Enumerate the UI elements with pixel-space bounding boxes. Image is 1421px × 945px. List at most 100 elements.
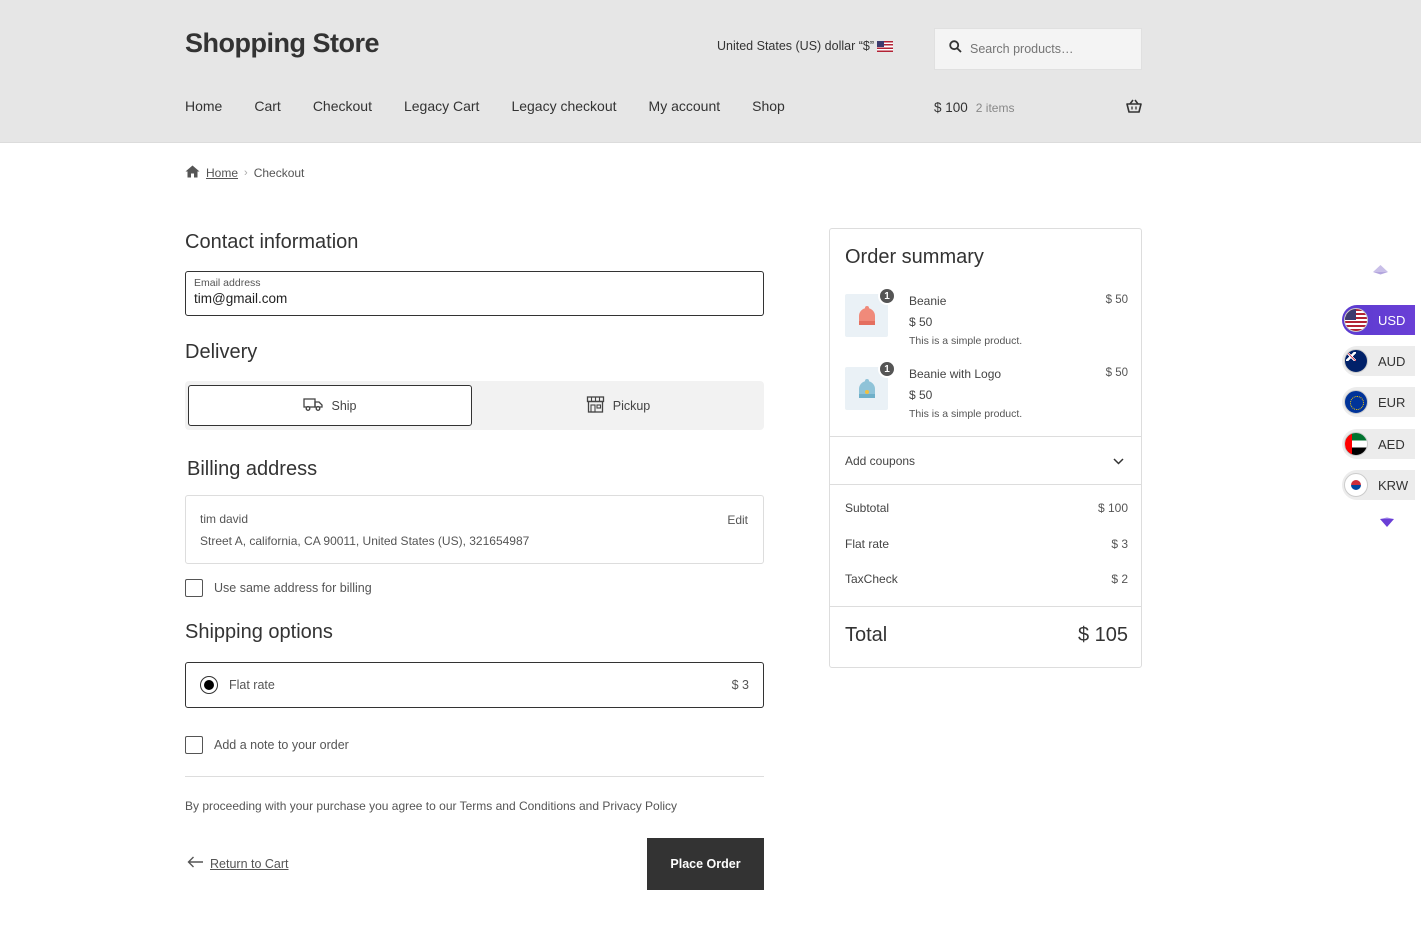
order-summary: Order summary 1 Beanie $ 50 This is a si… — [829, 228, 1142, 668]
shipping-row: Flat rate $ 3 — [845, 537, 1128, 551]
email-value[interactable]: tim@gmail.com — [194, 291, 755, 306]
subtotal-label: Subtotal — [845, 501, 890, 515]
item-description: This is a simple product. — [909, 408, 1023, 420]
same-address-row[interactable]: Use same address for billing — [185, 579, 372, 597]
search-icon — [949, 40, 962, 58]
ship-option[interactable]: Ship — [188, 385, 472, 426]
nav-my-account[interactable]: My account — [649, 98, 721, 114]
site-title[interactable]: Shopping Store — [185, 28, 379, 59]
nav-shop[interactable]: Shop — [752, 98, 785, 114]
add-coupons-label: Add coupons — [845, 454, 916, 468]
billing-address-line: Street A, california, CA 90011, United S… — [200, 534, 530, 548]
shipping-label: Flat rate — [845, 537, 890, 551]
tax-label: TaxCheck — [845, 572, 898, 586]
breadcrumb: Home › Checkout — [185, 165, 304, 181]
nav-legacy-checkout[interactable]: Legacy checkout — [511, 98, 616, 114]
pickup-label: Pickup — [612, 398, 651, 413]
currency-label: United States (US) dollar “$” — [717, 39, 875, 53]
beanie-icon — [858, 305, 875, 325]
billing-address-card: tim david Street A, california, CA 90011… — [185, 495, 764, 564]
tax-value: $ 2 — [1111, 572, 1128, 586]
currency-code: KRW — [1378, 477, 1409, 493]
flat-rate-price: $ 3 — [731, 678, 749, 692]
divider — [830, 484, 1141, 485]
header-cart[interactable]: $ 100 2 items — [934, 99, 1142, 116]
beanie-with-logo-icon — [858, 378, 875, 398]
us-flag-icon — [1344, 308, 1368, 332]
currency-indicator: United States (US) dollar “$” — [717, 39, 894, 53]
place-order-button[interactable]: Place Order — [647, 838, 764, 890]
shipping-option-flat-rate[interactable]: Flat rate $ 3 — [185, 662, 764, 708]
cart-count: 2 items — [975, 100, 1015, 115]
home-icon — [185, 165, 200, 181]
currency-option-eur[interactable]: EUR — [1342, 387, 1415, 417]
nav-home[interactable]: Home — [185, 98, 222, 114]
order-note-checkbox[interactable] — [185, 736, 203, 754]
item-unit-price: $ 50 — [909, 315, 933, 329]
total-value: $ 105 — [1077, 624, 1128, 646]
item-name: Beanie — [909, 294, 947, 308]
divider — [830, 436, 1141, 437]
divider — [830, 606, 1141, 607]
contact-title: Contact information — [185, 231, 359, 253]
summary-item: 1 Beanie $ 50 This is a simple product. … — [845, 287, 1128, 354]
same-address-checkbox[interactable] — [185, 579, 203, 597]
currency-code: AED — [1378, 436, 1405, 452]
email-field[interactable]: Email address tim@gmail.com — [185, 271, 764, 316]
order-note-label: Add a note to your order — [214, 738, 349, 752]
flat-rate-label: Flat rate — [229, 678, 275, 692]
nav-cart[interactable]: Cart — [254, 98, 280, 114]
site-header: Shopping Store United States (US) dollar… — [0, 0, 1421, 143]
shipping-options-title: Shipping options — [185, 621, 333, 643]
subtotal-value: $ 100 — [1097, 501, 1128, 515]
currency-code: USD — [1378, 312, 1406, 328]
total-row: Total $ 105 — [845, 624, 1128, 647]
currency-scroll-down-icon[interactable] — [1379, 515, 1395, 533]
truck-icon — [303, 397, 324, 414]
item-description: This is a simple product. — [909, 335, 1023, 347]
nav-legacy-cart[interactable]: Legacy Cart — [404, 98, 479, 114]
total-label: Total — [845, 624, 888, 646]
item-line-price: $ 50 — [1105, 367, 1128, 379]
currency-option-krw[interactable]: KRW — [1342, 470, 1415, 500]
currency-scroll-up-icon[interactable] — [1372, 262, 1389, 280]
nav-checkout[interactable]: Checkout — [313, 98, 372, 114]
breadcrumb-current: Checkout — [253, 166, 305, 180]
return-to-cart-link[interactable]: Return to Cart — [187, 856, 289, 871]
add-coupons-toggle[interactable]: Add coupons — [845, 454, 1128, 468]
breadcrumb-separator: › — [244, 167, 248, 179]
search-input[interactable] — [970, 42, 1130, 56]
item-name: Beanie with Logo — [909, 367, 1002, 381]
ae-flag-icon — [1344, 432, 1368, 456]
breadcrumb-home[interactable]: Home — [206, 166, 238, 180]
subtotal-row: Subtotal $ 100 — [845, 501, 1128, 515]
flat-rate-radio[interactable] — [200, 676, 218, 694]
currency-option-aud[interactable]: AUD — [1342, 346, 1415, 376]
au-flag-icon — [1344, 349, 1368, 373]
billing-title: Billing address — [187, 458, 318, 480]
currency-code: EUR — [1378, 394, 1406, 410]
quantity-badge: 1 — [878, 360, 896, 378]
delivery-method-toggle: Ship Pickup — [185, 381, 764, 430]
divider — [185, 776, 764, 777]
order-summary-title: Order summary — [845, 246, 984, 268]
same-address-label: Use same address for billing — [214, 581, 372, 595]
eu-flag-icon — [1344, 390, 1368, 414]
basket-icon[interactable] — [1126, 99, 1142, 116]
search-box[interactable] — [934, 28, 1142, 70]
currency-option-usd[interactable]: USD — [1342, 305, 1415, 335]
edit-address-link[interactable]: Edit — [727, 513, 748, 527]
ship-label: Ship — [331, 398, 357, 413]
tax-row: TaxCheck $ 2 — [845, 572, 1128, 586]
billing-name: tim david — [200, 512, 249, 526]
item-line-price: $ 50 — [1105, 294, 1128, 306]
order-note-row[interactable]: Add a note to your order — [185, 736, 349, 754]
cart-total: $ 100 — [934, 100, 968, 115]
shipping-value: $ 3 — [1111, 537, 1128, 551]
us-flag-icon — [877, 40, 894, 52]
pickup-option[interactable]: Pickup — [475, 385, 761, 426]
kr-flag-icon — [1344, 473, 1368, 497]
terms-text: By proceeding with your purchase you agr… — [185, 799, 678, 813]
arrow-left-icon — [187, 856, 204, 871]
currency-option-aed[interactable]: AED — [1342, 429, 1415, 459]
